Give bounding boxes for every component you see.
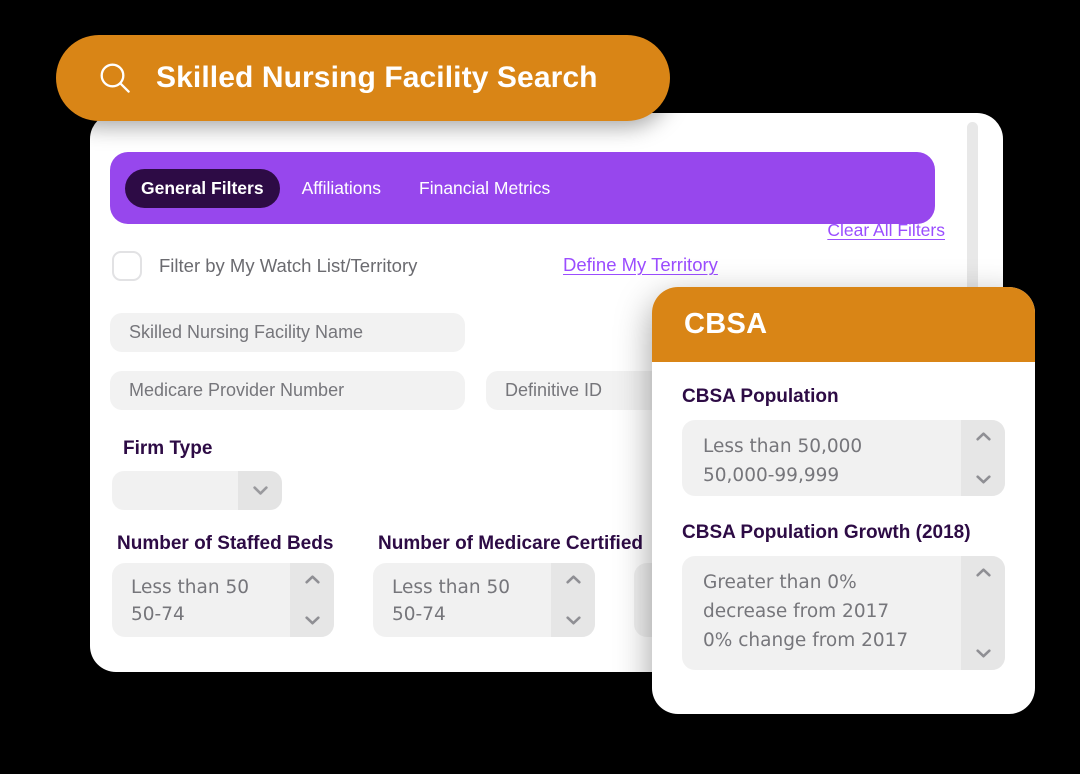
cbsa-panel-title: CBSA <box>684 308 768 340</box>
chevron-down-icon[interactable] <box>565 616 581 625</box>
list-item[interactable]: 50-74 <box>131 601 290 628</box>
medicare-certified-beds-options: Less than 50 50-74 <box>373 563 551 637</box>
list-item[interactable]: Less than 50 <box>131 574 290 601</box>
tab-general-filters[interactable]: General Filters <box>125 168 280 208</box>
search-icon[interactable] <box>98 61 132 95</box>
search-banner: Skilled Nursing Facility Search <box>56 35 670 121</box>
staffed-beds-options: Less than 50 50-74 <box>112 563 290 637</box>
list-item[interactable]: 50-74 <box>392 601 551 628</box>
define-my-territory-link[interactable]: Define My Territory <box>563 254 718 276</box>
chevron-up-icon[interactable] <box>975 568 991 577</box>
staffed-beds-listbox[interactable]: Less than 50 50-74 <box>112 563 334 637</box>
cbsa-population-scrollbar[interactable] <box>961 420 1005 496</box>
cbsa-population-listbox[interactable]: Less than 50,000 50,000-99,999 <box>682 420 1005 496</box>
firm-type-select[interactable] <box>112 471 282 510</box>
staffed-beds-label: Number of Staffed Beds <box>117 533 334 554</box>
watchlist-filter-row: Filter by My Watch List/Territory <box>112 251 417 281</box>
chevron-up-icon[interactable] <box>304 575 320 584</box>
medicare-certified-beds-listbox[interactable]: Less than 50 50-74 <box>373 563 595 637</box>
medicare-provider-number-input[interactable] <box>110 371 465 410</box>
chevron-down-icon <box>238 471 282 510</box>
firm-type-label: Firm Type <box>123 438 213 459</box>
filter-tab-bar: General Filters Affiliations Financial M… <box>110 152 935 224</box>
list-item[interactable]: Less than 50,000 <box>703 432 961 461</box>
staffed-beds-scrollbar[interactable] <box>290 563 334 637</box>
list-item[interactable]: 50,000-99,999 <box>703 461 961 490</box>
chevron-down-icon[interactable] <box>304 616 320 625</box>
facility-name-input[interactable] <box>110 313 465 352</box>
cbsa-population-growth-label: CBSA Population Growth (2018) <box>682 522 971 543</box>
chevron-up-icon[interactable] <box>565 575 581 584</box>
cbsa-population-growth-listbox[interactable]: Greater than 0% decrease from 2017 0% ch… <box>682 556 1005 670</box>
cbsa-population-options: Less than 50,000 50,000-99,999 <box>682 420 961 496</box>
watchlist-checkbox[interactable] <box>112 251 142 281</box>
firm-type-selected-value <box>112 471 238 510</box>
cbsa-population-growth-options: Greater than 0% decrease from 2017 0% ch… <box>682 556 961 670</box>
chevron-down-icon[interactable] <box>975 475 991 484</box>
cbsa-panel: CBSA CBSA Population Less than 50,000 50… <box>652 287 1035 714</box>
tab-financial-metrics[interactable]: Financial Metrics <box>403 169 566 208</box>
medicare-certified-beds-scrollbar[interactable] <box>551 563 595 637</box>
tab-affiliations[interactable]: Affiliations <box>286 169 397 208</box>
list-item[interactable]: Less than 50 <box>392 574 551 601</box>
cbsa-panel-body: CBSA Population Less than 50,000 50,000-… <box>652 362 1035 670</box>
cbsa-panel-header: CBSA <box>652 287 1035 362</box>
chevron-down-icon[interactable] <box>975 649 991 658</box>
watchlist-checkbox-label: Filter by My Watch List/Territory <box>159 255 418 276</box>
medicare-certified-beds-label: Number of Medicare Certified <box>378 533 643 554</box>
cbsa-population-label: CBSA Population <box>682 386 839 407</box>
list-item[interactable]: 0% change from 2017 <box>703 626 961 655</box>
chevron-up-icon[interactable] <box>975 432 991 441</box>
page-title: Skilled Nursing Facility Search <box>156 61 598 94</box>
list-item[interactable]: Greater than 0% decrease from 2017 <box>703 568 918 626</box>
cbsa-population-growth-scrollbar[interactable] <box>961 556 1005 670</box>
screenshot-root: Clear All Filters General Filters Affili… <box>0 0 1080 774</box>
